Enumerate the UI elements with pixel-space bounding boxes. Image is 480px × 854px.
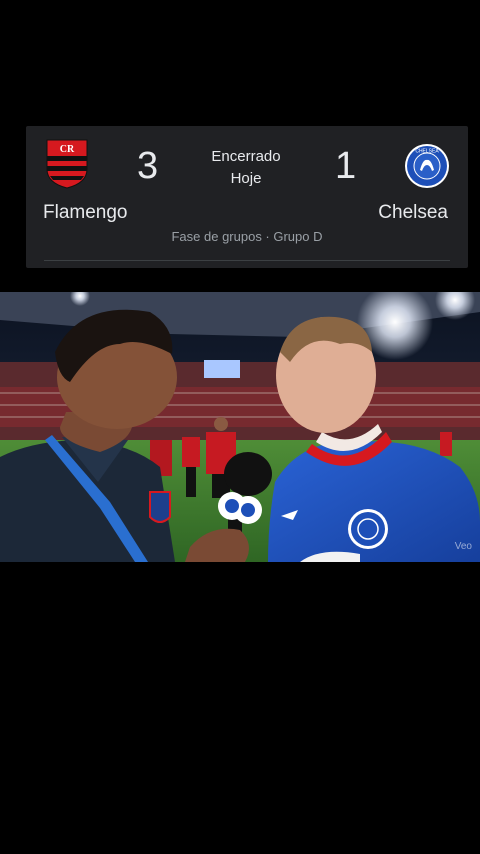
video-scene <box>0 292 480 562</box>
chelsea-crest-icon: CHELSEA <box>405 144 449 188</box>
match-date: Hoje <box>230 170 262 187</box>
video-watermark: Veo <box>454 541 472 552</box>
chelsea-crest-text: CHELSEA <box>415 149 439 155</box>
match-status-label: Encerrado <box>211 148 281 165</box>
page: CR 3 Encerrado Hoje 1 CHELSEA Flamengo C… <box>0 0 480 854</box>
stadium-screen <box>204 360 240 378</box>
match-status: Encerrado Hoje <box>196 146 296 190</box>
video-frame[interactable]: Veo <box>0 292 480 562</box>
score-card[interactable]: CR 3 Encerrado Hoje 1 CHELSEA Flamengo C… <box>26 126 468 268</box>
away-team-name[interactable]: Chelsea <box>378 202 448 224</box>
home-score: 3 <box>137 145 159 187</box>
svg-text:CR: CR <box>60 144 75 155</box>
competition-stage: Fase de grupos · Grupo D <box>171 229 323 244</box>
away-score: 1 <box>335 145 357 187</box>
card-divider <box>44 260 450 261</box>
home-team-name[interactable]: Flamengo <box>43 202 128 224</box>
flamengo-crest-icon: CR <box>46 139 88 189</box>
